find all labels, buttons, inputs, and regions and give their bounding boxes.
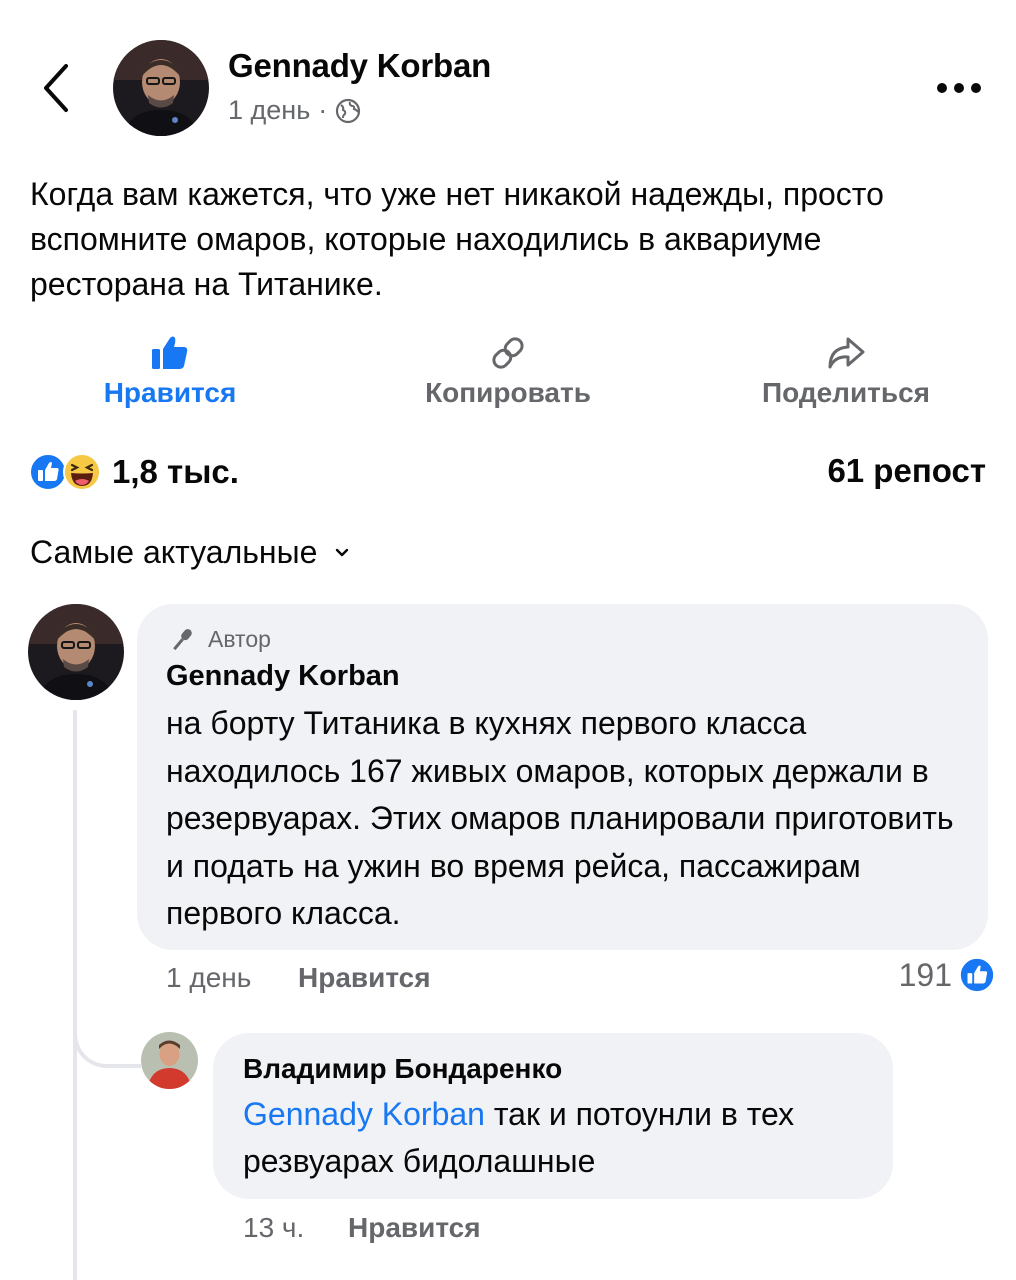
- share-button[interactable]: Поделиться: [748, 335, 944, 409]
- reactions-summary[interactable]: 1,8 тыс.: [28, 452, 239, 492]
- reply-author-avatar[interactable]: [141, 1032, 198, 1089]
- post-author-name[interactable]: Gennady Korban: [228, 47, 491, 85]
- like-label: Нравится: [103, 377, 237, 408]
- author-badge-label: Автор: [208, 626, 271, 652]
- comment-like-button[interactable]: Нравится: [298, 962, 431, 994]
- reply-text: Gennady Korban так и потоунли в тех резв…: [243, 1091, 883, 1185]
- link-icon: [492, 337, 524, 369]
- chevron-down-icon: [336, 548, 349, 556]
- globe-icon: [336, 98, 361, 123]
- post-meta: 1 день ·: [228, 95, 361, 126]
- comment-text: на борту Титаника в кухнях первого класс…: [166, 705, 954, 931]
- share-arrow-icon: [828, 337, 865, 369]
- post-time[interactable]: 1 день: [228, 95, 310, 126]
- reply-mention-link[interactable]: Gennady Korban: [243, 1096, 485, 1132]
- comments-sort-dropdown[interactable]: Самые актуальные: [30, 534, 349, 571]
- back-button[interactable]: [34, 58, 78, 118]
- comment-likes[interactable]: 191: [899, 956, 996, 994]
- share-label: Поделиться: [761, 377, 931, 408]
- reply-time[interactable]: 13 ч.: [243, 1212, 304, 1244]
- reactions-count: 1,8 тыс.: [112, 453, 239, 490]
- post-text: Когда вам кажется, что уже нет никакой н…: [30, 176, 884, 302]
- reposts-count[interactable]: 61 репост: [827, 452, 986, 490]
- microphone-icon: [173, 628, 192, 650]
- reply-like-button[interactable]: Нравится: [348, 1212, 481, 1244]
- sort-label: Самые актуальные: [30, 534, 318, 570]
- thread-line: [73, 710, 77, 1280]
- more-options-button[interactable]: [932, 70, 986, 106]
- meta-separator: ·: [318, 95, 328, 125]
- comment-likes-count: 191: [898, 956, 952, 993]
- haha-reaction-icon: [63, 453, 101, 491]
- more-horizontal-icon: [937, 83, 981, 93]
- chevron-left-icon: [44, 64, 68, 112]
- like-button[interactable]: Нравится: [96, 335, 244, 409]
- author-badge: Автор: [166, 626, 271, 653]
- copy-label: Копировать: [425, 377, 591, 408]
- reply-author-name[interactable]: Владимир Бондаренко: [243, 1053, 562, 1085]
- comment-author-name[interactable]: Gennady Korban: [166, 660, 400, 693]
- like-reaction-icon: [958, 956, 996, 994]
- author-avatar[interactable]: [113, 40, 209, 136]
- thumbs-up-icon: [152, 336, 188, 369]
- comment-author-avatar[interactable]: [28, 604, 124, 700]
- comment-time[interactable]: 1 день: [166, 962, 251, 994]
- reply-connector: [73, 1000, 141, 1068]
- copy-button[interactable]: Копировать: [410, 335, 606, 409]
